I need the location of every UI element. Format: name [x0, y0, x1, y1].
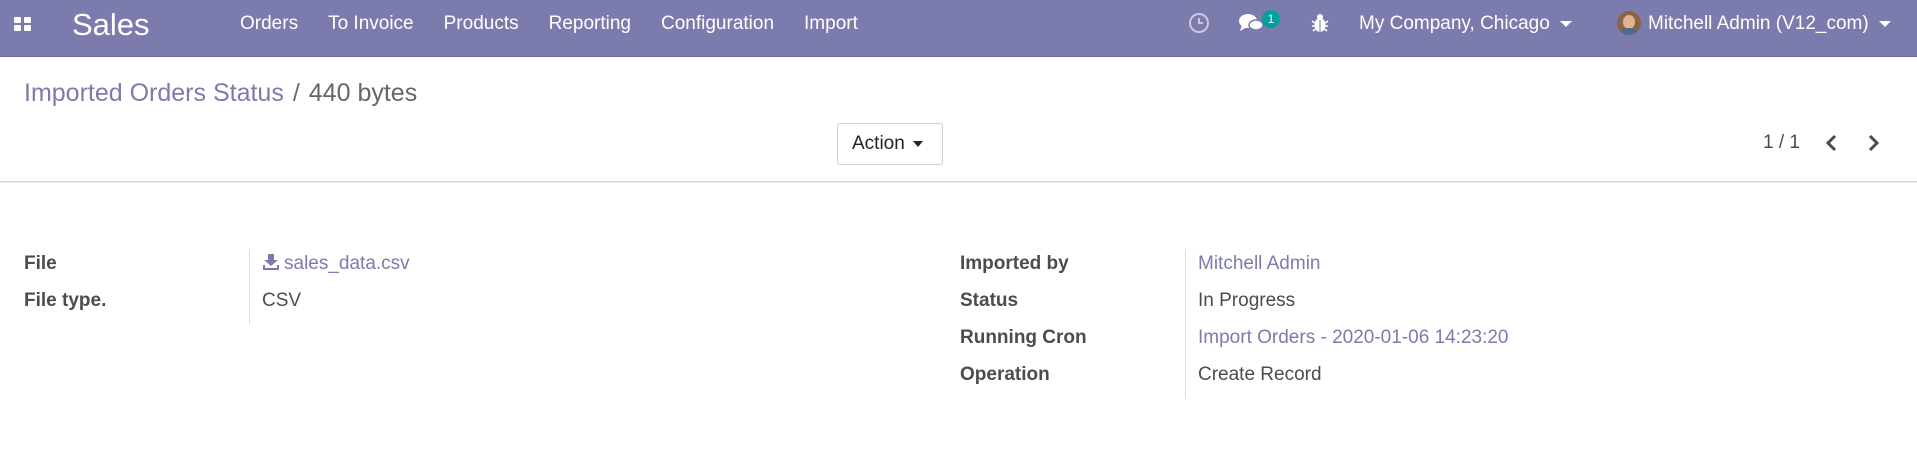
field-label-file: File: [24, 253, 57, 274]
right-group-divider: [1185, 249, 1186, 399]
pager-next-button[interactable]: [1861, 131, 1885, 155]
activity-button[interactable]: [1188, 12, 1210, 36]
left-group-divider: [249, 249, 250, 324]
apps-grid-icon[interactable]: [14, 17, 32, 32]
field-value-file-type: CSV: [262, 290, 302, 311]
chevron-down-icon: [912, 140, 923, 147]
download-icon: [263, 254, 279, 270]
menu-to-invoice[interactable]: To Invoice: [328, 0, 414, 47]
breadcrumb-parent-link[interactable]: Imported Orders Status: [24, 79, 284, 107]
chevron-left-icon: [1825, 134, 1837, 152]
clock-icon: [1189, 13, 1209, 33]
user-name: Mitchell Admin (V12_com): [1648, 13, 1869, 34]
field-label-status: Status: [960, 290, 1019, 311]
messaging-button[interactable]: [1238, 12, 1264, 36]
field-value-status: In Progress: [1198, 290, 1296, 311]
pager-previous-button[interactable]: [1820, 131, 1844, 155]
menu-orders[interactable]: Orders: [240, 0, 298, 47]
chat-icon: [1239, 14, 1264, 31]
main-menu: Orders To Invoice Products Reporting Con…: [240, 0, 888, 47]
control-panel-divider: [0, 181, 1917, 183]
breadcrumb: Imported Orders Status / 440 bytes: [24, 77, 417, 109]
pager-value[interactable]: 1 / 1: [1763, 130, 1800, 156]
chevron-down-icon: [1559, 20, 1572, 27]
app-brand[interactable]: Sales: [72, 6, 150, 44]
company-name: My Company, Chicago: [1359, 13, 1550, 34]
breadcrumb-separator: /: [292, 79, 300, 107]
top-navbar: Sales Orders To Invoice Products Reporti…: [0, 0, 1917, 57]
messages-badge: 1: [1262, 10, 1280, 28]
menu-products[interactable]: Products: [444, 0, 519, 47]
imported-by-link[interactable]: Mitchell Admin: [1198, 251, 1321, 277]
menu-reporting[interactable]: Reporting: [549, 0, 631, 47]
field-value-operation: Create Record: [1198, 364, 1322, 385]
user-menu[interactable]: Mitchell Admin (V12_com): [1648, 0, 1891, 47]
menu-import[interactable]: Import: [804, 0, 858, 47]
company-switcher[interactable]: My Company, Chicago: [1359, 0, 1572, 47]
avatar[interactable]: [1617, 11, 1641, 35]
chevron-down-icon: [1878, 20, 1891, 27]
debug-button[interactable]: [1311, 12, 1329, 36]
action-label: Action: [852, 133, 905, 154]
action-dropdown-button[interactable]: Action: [837, 123, 943, 165]
field-label-running-cron: Running Cron: [960, 327, 1087, 348]
breadcrumb-current: 440 bytes: [308, 79, 418, 107]
field-label-file-type: File type.: [24, 290, 107, 311]
field-label-imported-by: Imported by: [960, 253, 1069, 274]
field-label-operation: Operation: [960, 364, 1050, 385]
menu-configuration[interactable]: Configuration: [661, 0, 774, 47]
chevron-right-icon: [1868, 134, 1880, 152]
running-cron-link[interactable]: Import Orders - 2020-01-06 14:23:20: [1198, 325, 1509, 351]
file-download-link[interactable]: sales_data.csv: [262, 251, 410, 277]
bug-icon: [1311, 14, 1329, 32]
file-name: sales_data.csv: [284, 253, 410, 274]
